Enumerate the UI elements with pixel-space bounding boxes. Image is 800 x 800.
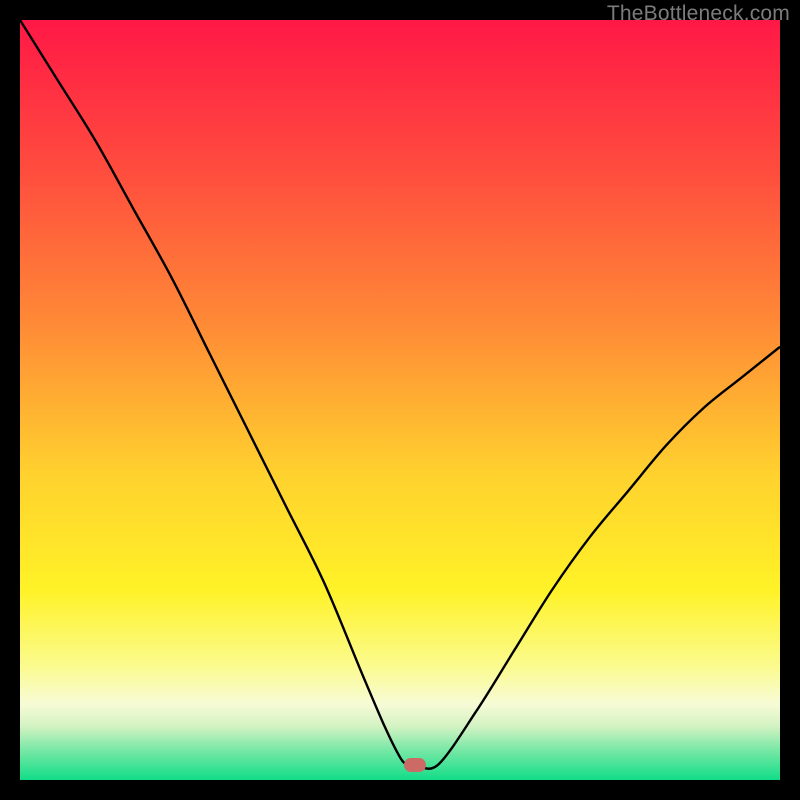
- target-marker: [404, 758, 426, 772]
- chart-frame: TheBottleneck.com: [0, 0, 800, 800]
- plot-area: [20, 20, 780, 780]
- bottleneck-curve: [20, 20, 780, 780]
- curve-path: [20, 20, 780, 769]
